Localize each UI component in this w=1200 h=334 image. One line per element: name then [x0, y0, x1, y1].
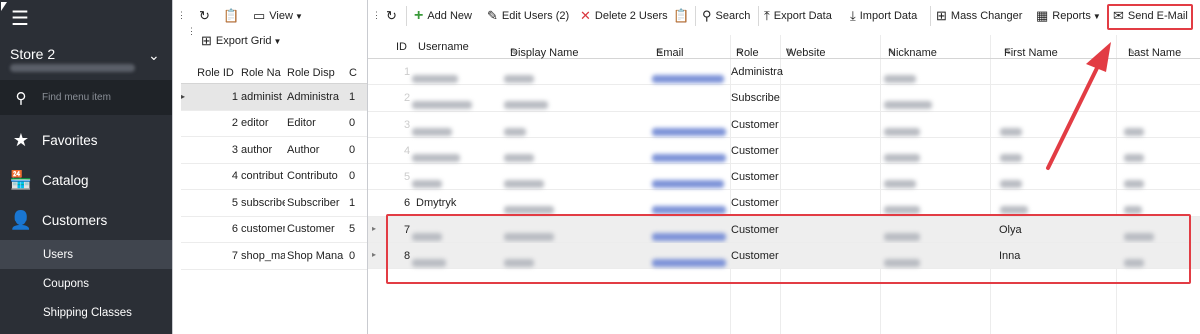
export-grid-icon: ⊞: [201, 33, 212, 48]
table-row[interactable]: ▸ 1 administ Administra 1: [181, 84, 367, 111]
pencil-icon: ✎: [487, 8, 498, 23]
clipboard-icon: 📋: [223, 8, 240, 23]
search-icon: ⚲: [702, 8, 712, 23]
reports-dropdown[interactable]: ▦ Reports ▼: [1036, 4, 1101, 28]
delete-x-icon: ✕: [580, 8, 591, 23]
nav-favorites[interactable]: ★ Favorites: [0, 120, 172, 160]
table-row[interactable]: ▸ 7 Customer Olya: [368, 216, 1200, 244]
nav-users[interactable]: Users: [0, 240, 172, 269]
refresh-icon: ↻: [199, 8, 210, 23]
table-row[interactable]: 2 editor Editor 0: [181, 111, 367, 137]
search-button[interactable]: ⚲ Search: [702, 4, 750, 28]
view-dropdown[interactable]: ▭ View ▼: [253, 5, 303, 27]
table-row[interactable]: 1 Administra: [368, 59, 1200, 86]
table-row[interactable]: 5 subscribe Subscriber 1: [181, 190, 367, 217]
nav-coupons-label: Coupons: [43, 277, 90, 290]
mouse-cursor-icon: [1, 2, 7, 11]
col-id[interactable]: ID: [396, 41, 407, 53]
users-table-header: ID Username ✎ Display Name ✎ Email ✎ Role ✎…: [368, 35, 1200, 59]
row-pointer-icon: ▸: [372, 223, 377, 233]
row-pointer-icon: ▸: [181, 92, 186, 102]
envelope-icon: ✉: [1113, 8, 1124, 23]
roles-panel: ⋮ ↻ 📋 ▭ View ▼ ⋮ ⊞ Export Grid ▼ Role ID Rol…: [172, 0, 368, 334]
view-icon: ▭: [253, 8, 266, 23]
refresh-button[interactable]: ↻: [199, 5, 214, 27]
users-panel: ⋮ ↻ + Add New ✎ Edit Users (2) ✕ Delete 2 U…: [368, 0, 1200, 334]
col-role-count[interactable]: C: [345, 67, 361, 79]
caret-down-icon: ▼: [1092, 11, 1101, 21]
menu-search[interactable]: ⚲ Find menu item: [0, 80, 172, 115]
edit-users-button[interactable]: ✎ Edit Users (2): [487, 4, 569, 28]
table-row[interactable]: 3 author Author 0: [181, 137, 367, 164]
calendar-icon: ▦: [1036, 8, 1049, 23]
search-icon: ⚲: [15, 89, 27, 107]
store-url-blurred: [10, 64, 135, 72]
store-icon: 🏪: [9, 169, 33, 190]
import-icon: ⤓: [850, 8, 856, 23]
clipboard-icon: 📋: [673, 8, 690, 23]
menu-search-input[interactable]: Find menu item: [42, 92, 111, 103]
nav-catalog[interactable]: 🏪 Catalog: [0, 160, 172, 200]
export-icon: ⤒: [764, 8, 770, 23]
export-grid-label: Export Grid: [215, 35, 272, 47]
star-icon: ★: [12, 129, 30, 150]
roles-table: Role ID Role Na Role Disp C ▸ 1 administ Ad…: [181, 62, 367, 270]
table-row[interactable]: 5 Customer: [368, 164, 1200, 191]
users-table: ID Username ✎ Display Name ✎ Email ✎ Role ✎…: [368, 35, 1200, 270]
refresh-button[interactable]: ↻: [386, 4, 401, 28]
nav-shipping-classes[interactable]: Shipping Classes: [0, 298, 172, 327]
col-role-name[interactable]: Role Na: [241, 67, 285, 79]
caret-down-icon: ▼: [273, 36, 282, 46]
table-row[interactable]: 4 contribut Contributo 0: [181, 164, 367, 190]
nav-catalog-label: Catalog: [42, 172, 89, 188]
settings-button[interactable]: 📋: [223, 5, 243, 27]
col-username[interactable]: Username: [418, 41, 469, 53]
store-name[interactable]: Store 2: [10, 46, 55, 62]
plus-icon: +: [414, 7, 424, 24]
toolbar-grip[interactable]: ⋮: [372, 10, 381, 21]
refresh-icon: ↻: [386, 8, 397, 23]
nav-users-label: Users: [43, 248, 74, 261]
toolbar-grip[interactable]: ⋮: [177, 10, 186, 21]
table-row[interactable]: 2 Subscribe: [368, 85, 1200, 112]
view-label: View: [269, 10, 293, 22]
mass-changer-icon: ⊞: [936, 8, 947, 23]
export-grid-dropdown[interactable]: ⊞ Export Grid ▼: [201, 30, 281, 52]
chevron-down-icon[interactable]: ⌄: [148, 47, 160, 64]
table-row[interactable]: 4 Customer: [368, 138, 1200, 165]
user-icon: 👤: [9, 209, 33, 230]
nav-customers[interactable]: 👤 Customers: [0, 200, 172, 240]
roles-table-header: Role ID Role Na Role Disp C: [181, 62, 367, 84]
caret-down-icon: ▼: [294, 11, 303, 21]
col-role-display[interactable]: Role Disp: [285, 67, 345, 79]
table-row[interactable]: 3 Customer: [368, 112, 1200, 138]
nav-favorites-label: Favorites: [42, 132, 98, 148]
settings-button[interactable]: 📋: [673, 4, 693, 28]
table-row[interactable]: 6 customer Customer 5: [181, 217, 367, 243]
sidebar: ☰ Store 2 ⌄ ⚲ Find menu item ★ Favorites…: [0, 0, 172, 334]
table-row[interactable]: 7 shop_ma Shop Mana 0: [181, 243, 367, 270]
col-role-id[interactable]: Role ID: [193, 67, 241, 79]
nav-shipping-classes-label: Shipping Classes: [43, 306, 132, 319]
nav-customers-label: Customers: [42, 212, 108, 228]
mass-changer-button[interactable]: ⊞ Mass Changer: [936, 4, 1022, 28]
toolbar-grip-2[interactable]: ⋮: [187, 26, 196, 37]
add-new-button[interactable]: + Add New: [414, 4, 472, 28]
export-data-button[interactable]: ⤒ Export Data: [764, 4, 832, 28]
row-pointer-icon: ▸: [372, 250, 377, 260]
delete-users-button[interactable]: ✕ Delete 2 Users: [580, 4, 668, 28]
table-row[interactable]: ▸ 8 Customer Inna: [368, 243, 1200, 270]
import-data-button[interactable]: ⤓ Import Data: [850, 4, 917, 28]
send-email-button[interactable]: ✉ Send E-Mail: [1113, 4, 1188, 28]
nav-coupons[interactable]: Coupons: [0, 269, 172, 298]
table-row[interactable]: 6 Dmytryk Customer: [368, 190, 1200, 217]
